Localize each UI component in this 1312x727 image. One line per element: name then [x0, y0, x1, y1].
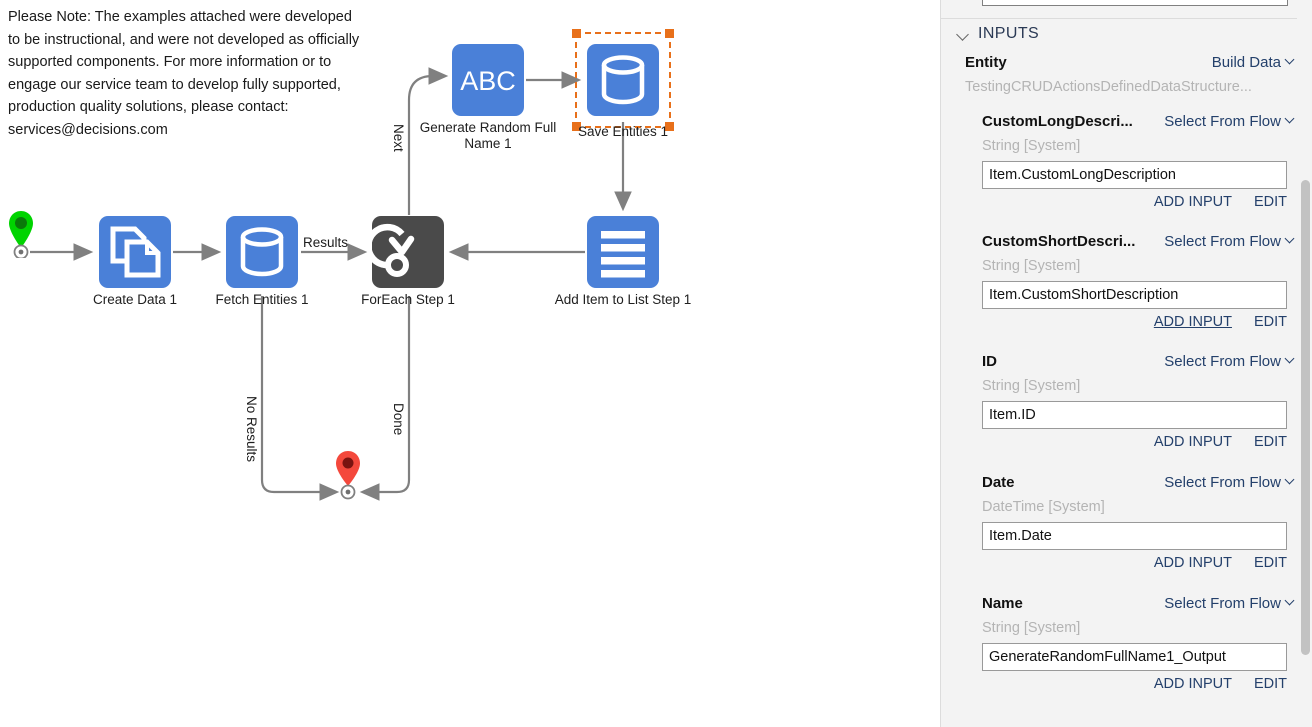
edit-link[interactable]: EDIT [1254, 676, 1287, 692]
chevron-down-icon [1286, 56, 1295, 65]
edge-label-results: Results [303, 235, 349, 250]
inputs-section-header[interactable]: INPUTS [957, 25, 1039, 43]
loop-arrow-icon [365, 223, 415, 277]
flow-canvas[interactable]: Please Note: The examples attached were … [0, 0, 940, 727]
edge-label-next: Next [391, 124, 406, 152]
field-mapping-picker[interactable]: Select From Flow [1164, 595, 1295, 612]
field-name: CustomLongDescri... [982, 113, 1133, 130]
node-label-generate-random-full-name-1: Generate Random Full Name 1 [419, 120, 557, 151]
database-icon [240, 227, 284, 277]
node-label-save-entities-1: Save Entities 1 [577, 124, 669, 139]
entity-mapping-label: Build Data [1211, 54, 1281, 71]
input-field-custom-short-description[interactable]: CustomShortDescri... Select From Flow St… [982, 233, 1295, 330]
edit-link[interactable]: EDIT [1254, 314, 1287, 330]
field-value-input[interactable] [982, 643, 1287, 671]
add-input-link[interactable]: ADD INPUT [1154, 194, 1232, 210]
node-save-entities-1[interactable]: Save Entities 1 [572, 29, 674, 139]
panel-scrollbar[interactable] [1301, 0, 1310, 727]
node-add-item-to-list-step-1[interactable]: Add Item to List Step 1 [555, 216, 691, 307]
field-name: ID [982, 353, 997, 370]
node-icon-add-item-to-list-step-1[interactable] [587, 216, 659, 288]
node-icon-create-data-1[interactable] [99, 216, 171, 288]
field-mapping-picker[interactable]: Select From Flow [1164, 233, 1295, 250]
copy-documents-icon [110, 226, 161, 278]
field-mapping-label: Select From Flow [1164, 113, 1281, 130]
field-value-input[interactable] [982, 161, 1287, 189]
flow-designer: Please Note: The examples attached were … [0, 0, 1312, 727]
edge-label-no-results: No Results [244, 396, 259, 463]
field-mapping-picker[interactable]: Select From Flow [1164, 474, 1295, 491]
field-type: String [System] [982, 138, 1081, 154]
field-mapping-picker[interactable]: Select From Flow [1164, 353, 1295, 370]
field-mapping-label: Select From Flow [1164, 233, 1281, 250]
edge-label-done: Done [391, 403, 406, 436]
field-name: Name [982, 595, 1023, 612]
database-icon [601, 55, 645, 105]
field-mapping-picker[interactable]: Select From Flow [1164, 113, 1295, 130]
field-mapping-label: Select From Flow [1164, 353, 1281, 370]
add-input-link[interactable]: ADD INPUT [1154, 314, 1232, 330]
end-pin-icon [336, 451, 360, 500]
node-generate-random-full-name-1[interactable]: ABC Generate Random Full Name 1 [420, 44, 556, 151]
node-icon-fetch-entities-1[interactable] [226, 216, 298, 288]
node-label-foreach-step-1: ForEach Step 1 [361, 292, 455, 307]
edit-link[interactable]: EDIT [1254, 434, 1287, 450]
flow-start-marker[interactable] [7, 210, 35, 263]
entity-type: TestingCRUDActionsDefinedDataStructure..… [965, 79, 1252, 95]
chevron-down-icon [1286, 597, 1295, 606]
chevron-down-icon[interactable] [957, 30, 970, 38]
field-type: DateTime [System] [982, 499, 1105, 515]
node-label-fetch-entities-1: Fetch Entities 1 [215, 292, 309, 307]
node-fetch-entities-1[interactable]: Fetch Entities 1 [215, 216, 309, 307]
panel-scrollbar-thumb[interactable] [1301, 180, 1310, 655]
previous-field-input-partial[interactable] [982, 0, 1288, 6]
field-value-input[interactable] [982, 522, 1287, 550]
node-foreach-step-1[interactable]: ForEach Step 1 [361, 216, 455, 307]
add-input-link[interactable]: ADD INPUT [1154, 676, 1232, 692]
entity-row[interactable]: Entity Build Data TestingCRUDActionsDefi… [965, 54, 1295, 95]
list-rows-icon [601, 231, 645, 278]
add-input-link[interactable]: ADD INPUT [1154, 555, 1232, 571]
node-label-add-item-to-list-step-1: Add Item to List Step 1 [554, 292, 692, 307]
field-type: String [System] [982, 378, 1081, 394]
chevron-down-icon [1286, 476, 1295, 485]
chevron-down-icon [1286, 355, 1295, 364]
input-field-name[interactable]: Name Select From Flow String [System] AD… [982, 595, 1295, 692]
chevron-down-icon [1286, 115, 1295, 124]
field-value-input[interactable] [982, 401, 1287, 429]
add-input-link[interactable]: ADD INPUT [1154, 434, 1232, 450]
inputs-section-title: INPUTS [978, 25, 1040, 42]
chevron-down-icon [1286, 235, 1295, 244]
svg-text:ABC: ABC [460, 66, 516, 96]
field-type: String [System] [982, 258, 1081, 274]
node-icon-foreach-step-1[interactable] [365, 216, 444, 288]
node-create-data-1[interactable]: Create Data 1 [93, 216, 177, 307]
entity-mapping-picker[interactable]: Build Data [1212, 54, 1295, 71]
inputs-panel[interactable]: INPUTS Entity Build Data TestingCRUDActi… [940, 0, 1312, 727]
node-icon-save-entities-1[interactable] [572, 29, 674, 131]
field-name: CustomShortDescri... [982, 233, 1136, 250]
field-type: String [System] [982, 620, 1081, 636]
input-field-id[interactable]: ID Select From Flow String [System] ADD … [982, 353, 1295, 450]
node-icon-generate-random-full-name-1[interactable]: ABC [452, 44, 524, 116]
field-name: Date [982, 474, 1015, 491]
flow-end-marker[interactable] [334, 450, 362, 505]
edit-link[interactable]: EDIT [1254, 555, 1287, 571]
abc-icon: ABC [460, 66, 516, 96]
input-field-date[interactable]: Date Select From Flow DateTime [System] … [982, 474, 1295, 571]
field-value-input[interactable] [982, 281, 1287, 309]
field-mapping-label: Select From Flow [1164, 474, 1281, 491]
node-label-create-data-1: Create Data 1 [92, 292, 178, 307]
edit-link[interactable]: EDIT [1254, 194, 1287, 210]
panel-divider [941, 18, 1297, 19]
field-mapping-label: Select From Flow [1164, 595, 1281, 612]
input-field-custom-long-description[interactable]: CustomLongDescri... Select From Flow Str… [982, 113, 1295, 210]
entity-name: Entity [965, 54, 1007, 71]
start-pin-icon [9, 211, 33, 260]
